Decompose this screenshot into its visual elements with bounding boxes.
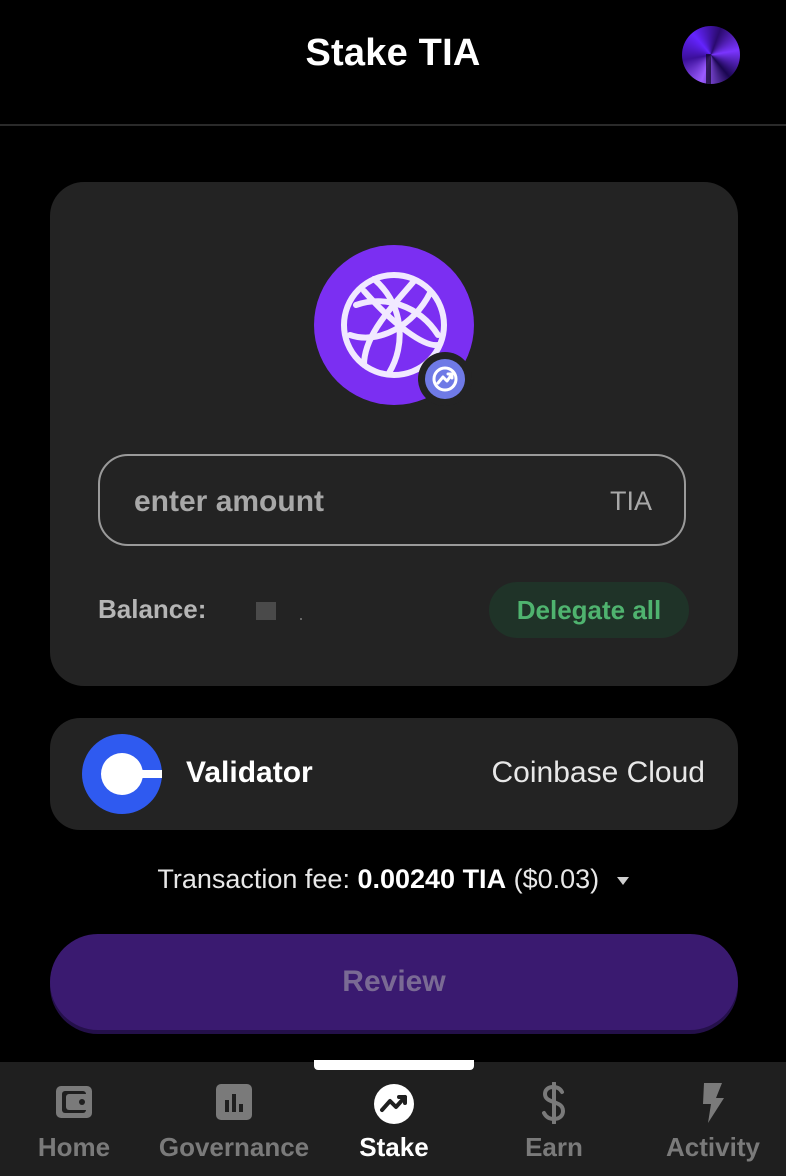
nav-item-earn[interactable]: Earn [494, 1062, 614, 1176]
balance-value-redacted [256, 602, 276, 620]
stake-badge-icon [418, 352, 472, 406]
nav-item-home[interactable]: Home [14, 1062, 134, 1176]
page-title: Stake TIA [305, 32, 481, 74]
nav-item-stake[interactable]: Stake [334, 1062, 454, 1176]
transaction-fee-row[interactable]: Transaction fee: 0.00240 TIA ($0.03) [0, 864, 786, 895]
stake-card: TIA Balance: Delegate all [50, 182, 738, 686]
header: Stake TIA [0, 0, 786, 126]
stake-chart-icon [374, 1084, 414, 1124]
nav-label-home: Home [37, 1132, 111, 1162]
nav-label-stake: Stake [359, 1132, 429, 1162]
amount-field[interactable]: TIA [98, 454, 686, 546]
bottom-nav: Home Governance Stake Earn Activity [0, 1060, 786, 1176]
coinbase-logo-icon [82, 734, 162, 814]
fee-label: Transaction fee: [157, 864, 350, 894]
nav-label-governance: Governance [158, 1132, 310, 1162]
nav-item-governance[interactable]: Governance [150, 1062, 318, 1176]
nav-item-activity[interactable]: Activity [652, 1062, 774, 1176]
fee-fiat: ($0.03) [513, 864, 600, 894]
avatar[interactable] [682, 26, 740, 84]
validator-label: Validator [186, 756, 313, 789]
lightning-icon [703, 1083, 724, 1123]
nav-label-earn: Earn [525, 1132, 583, 1162]
bar-chart-icon [216, 1084, 252, 1120]
fee-amount: 0.00240 TIA [357, 864, 507, 894]
balance-label: Balance: [98, 594, 207, 624]
delegate-all-button[interactable]: Delegate all [489, 582, 689, 638]
amount-unit: TIA [609, 486, 652, 516]
dollar-icon [542, 1082, 566, 1124]
nav-label-activity: Activity [666, 1132, 760, 1162]
validator-name: Coinbase Cloud [491, 756, 705, 789]
balance-dot [300, 618, 302, 620]
review-button[interactable]: Review [50, 934, 738, 1030]
wallet-icon [56, 1086, 92, 1118]
caret-down-icon[interactable] [616, 876, 629, 885]
validator-selector[interactable]: Validator Coinbase Cloud [50, 718, 738, 830]
amount-input[interactable] [132, 478, 576, 526]
